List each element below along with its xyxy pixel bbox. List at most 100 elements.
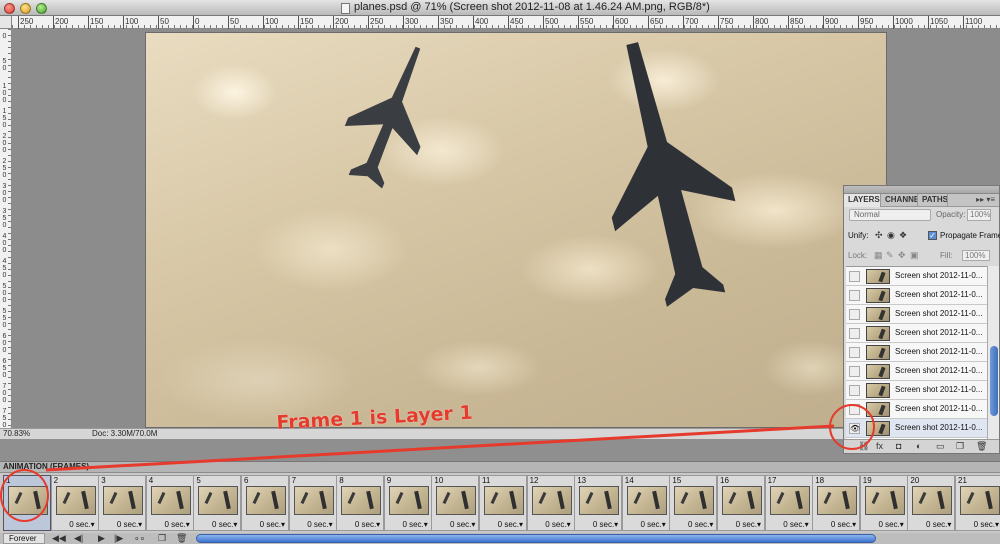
tab-paths[interactable]: PATHS (918, 194, 948, 207)
previous-frame-icon[interactable]: ◀| (74, 533, 83, 544)
frames-scrollbar[interactable] (196, 534, 876, 543)
ruler-major-tick (158, 16, 159, 29)
duplicate-frame-icon[interactable]: ❐ (158, 533, 166, 544)
layer-row[interactable]: Screen shot 2012-11-0... (846, 362, 987, 381)
tween-icon[interactable]: ∘∘ (134, 533, 145, 544)
lock-all-icon[interactable]: ▣ (910, 250, 919, 261)
animation-frame[interactable]: 20 0 sec.▾ (907, 475, 956, 531)
animation-frame[interactable]: 6 0 sec.▾ (241, 475, 289, 531)
frame-delay-select[interactable]: 0 sec.▾ (69, 520, 94, 529)
layer-list-scrollbar[interactable] (987, 266, 999, 439)
frame-delay-select[interactable]: 0 sec.▾ (974, 520, 999, 529)
frame-delay-select[interactable]: 0 sec.▾ (783, 520, 808, 529)
ruler-tick-label: 600 (615, 17, 629, 26)
frame-delay-select[interactable]: 0 sec.▾ (878, 520, 903, 529)
layer-row[interactable]: Screen shot 2012-11-0... (846, 381, 987, 400)
frame-delay-select[interactable]: 0 sec.▾ (117, 520, 142, 529)
animation-frame[interactable]: 5 0 sec.▾ (193, 475, 242, 531)
visibility-toggle[interactable] (849, 366, 860, 377)
document-size-info[interactable]: Doc: 3.30M/70.0M (92, 429, 157, 438)
visibility-toggle[interactable] (849, 290, 860, 301)
layer-row[interactable]: Screen shot 2012-11-0... (846, 343, 987, 362)
lock-position-icon[interactable]: ✥ (898, 250, 906, 261)
visibility-toggle[interactable] (849, 328, 860, 339)
unify-row: Unify: ✣ ◉ ❖ ✓ Propagate Frame 1 (848, 230, 1000, 243)
animation-frame[interactable]: 19 0 sec.▾ (859, 475, 908, 531)
delete-layer-icon[interactable]: 🗑 (976, 441, 987, 452)
frame-delay-select[interactable]: 0 sec.▾ (164, 520, 189, 529)
new-layer-icon[interactable]: ❐ (956, 441, 964, 452)
animation-frame[interactable]: 21 0 sec.▾ (955, 475, 1000, 531)
frame-delay-select[interactable]: 0 sec.▾ (926, 520, 951, 529)
animation-frame[interactable]: 7 0 sec.▾ (288, 475, 337, 531)
animation-frame[interactable]: 8 0 sec.▾ (336, 475, 385, 531)
loop-options-select[interactable]: Forever (3, 533, 45, 544)
animation-frame[interactable]: 9 0 sec.▾ (383, 475, 432, 531)
layer-row[interactable]: Screen shot 2012-11-0... (846, 286, 987, 305)
add-mask-icon[interactable]: ◘ (896, 441, 901, 451)
frame-delay-select[interactable]: 0 sec.▾ (831, 520, 856, 529)
adjustment-layer-icon[interactable]: ◐ (916, 441, 921, 451)
frame-delay-select[interactable]: 0 sec.▾ (593, 520, 618, 529)
frame-delay-select[interactable]: 0 sec.▾ (688, 520, 713, 529)
lock-transparency-icon[interactable]: ▦ (874, 250, 883, 261)
lock-pixels-icon[interactable]: ✎ (886, 250, 894, 261)
opacity-field[interactable]: 100% (967, 209, 991, 221)
zoom-window-button[interactable] (36, 3, 47, 14)
animation-frame[interactable]: 18 0 sec.▾ (812, 475, 861, 531)
animation-frame[interactable]: 11 0 sec.▾ (479, 475, 527, 531)
ruler-origin[interactable] (0, 16, 12, 29)
layer-row[interactable]: Screen shot 2012-11-0... (846, 324, 987, 343)
animation-frame[interactable]: 10 0 sec.▾ (431, 475, 480, 531)
close-window-button[interactable] (4, 3, 15, 14)
minimize-window-button[interactable] (20, 3, 31, 14)
frame-delay-select[interactable]: 0 sec.▾ (260, 520, 285, 529)
frame-delay-select[interactable]: 0 sec.▾ (212, 520, 237, 529)
animation-frame[interactable]: 13 0 sec.▾ (574, 475, 623, 531)
layer-row[interactable]: Screen shot 2012-11-0... (846, 305, 987, 324)
play-icon[interactable]: ▶ (98, 533, 105, 544)
visibility-toggle[interactable] (849, 385, 860, 396)
tab-layers[interactable]: LAYERS (844, 194, 881, 207)
panel-title-bar[interactable] (844, 186, 999, 194)
frame-delay-select[interactable]: 0 sec.▾ (450, 520, 475, 529)
frame-delay-select[interactable]: 0 sec.▾ (498, 520, 523, 529)
animation-frame[interactable]: 16 0 sec.▾ (717, 475, 765, 531)
animation-frame[interactable]: 12 0 sec.▾ (526, 475, 575, 531)
horizontal-ruler[interactable]: 250 200 150 100 50 0 50 100 150 200 250 300 350 400 45… (12, 16, 1000, 29)
layer-style-icon[interactable]: fx (876, 441, 883, 451)
frame-delay-select[interactable]: 0 sec.▾ (355, 520, 380, 529)
unify-visibility-icon[interactable]: ◉ (887, 230, 896, 240)
frame-delay-select[interactable]: 0 sec.▾ (545, 520, 570, 529)
zoom-level[interactable]: 70.83% (3, 429, 30, 438)
visibility-toggle[interactable] (849, 309, 860, 320)
animation-panel-header[interactable]: ANIMATION (FRAMES) (0, 462, 1000, 473)
frame-delay-select[interactable]: 0 sec.▾ (736, 520, 761, 529)
next-frame-icon[interactable]: |▶ (114, 533, 123, 544)
layer-row[interactable]: Screen shot 2012-11-0... (846, 267, 987, 286)
unify-position-icon[interactable]: ✣ (875, 230, 884, 240)
visibility-toggle[interactable] (849, 347, 860, 358)
animation-frame[interactable]: 4 0 sec.▾ (145, 475, 194, 531)
frame-delay-select[interactable]: 0 sec.▾ (402, 520, 427, 529)
tab-channels[interactable]: CHANNELS (881, 194, 918, 207)
frame-delay-select[interactable]: 0 sec.▾ (640, 520, 665, 529)
animation-frame[interactable]: 3 0 sec.▾ (98, 475, 147, 531)
unify-style-icon[interactable]: ❖ (899, 230, 908, 240)
scrollbar-thumb[interactable] (990, 346, 998, 416)
vertical-ruler[interactable]: 0 50 100 150 200 250 300 350 400 450 500 550 600 650 7… (0, 29, 12, 429)
canvas-image[interactable] (145, 32, 887, 428)
animation-frame[interactable]: 17 0 sec.▾ (764, 475, 813, 531)
animation-frame[interactable]: 15 0 sec.▾ (669, 475, 718, 531)
fill-field[interactable]: 100% (962, 250, 990, 261)
blend-mode-select[interactable]: Normal (849, 209, 931, 221)
propagate-frame-checkbox[interactable]: ✓ (928, 231, 937, 240)
animation-frame[interactable]: 14 0 sec.▾ (621, 475, 670, 531)
first-frame-icon[interactable]: ◀◀ (52, 533, 66, 544)
visibility-toggle[interactable] (849, 271, 860, 282)
animation-frame[interactable]: 2 0 sec.▾ (50, 475, 99, 531)
delete-frame-icon[interactable]: 🗑 (176, 533, 187, 544)
new-group-icon[interactable]: ▭ (936, 441, 945, 452)
frame-delay-select[interactable]: 0 sec.▾ (307, 520, 332, 529)
panel-menu-icon[interactable]: ▸▸ ▾≡ (976, 195, 995, 204)
